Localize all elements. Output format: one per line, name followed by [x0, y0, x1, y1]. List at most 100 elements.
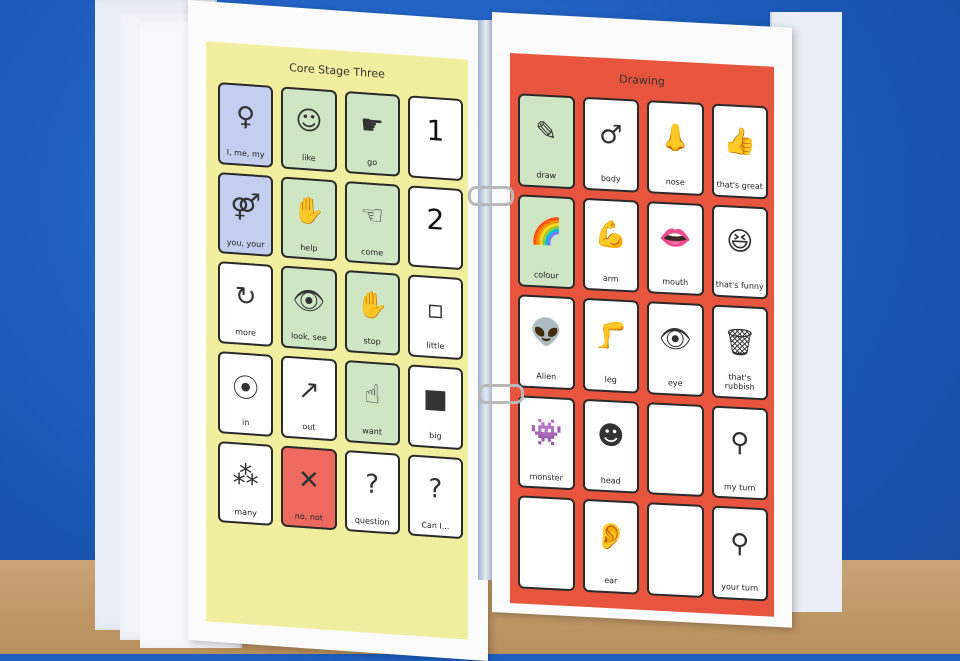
left-page-title: Core Stage Three	[289, 61, 385, 81]
symbol-card[interactable]: ✕ no, not	[281, 445, 337, 531]
symbol-label: you, your	[226, 237, 265, 249]
symbol-label: nose	[665, 176, 685, 187]
symbol-card[interactable]: ⚲ your turn	[711, 505, 768, 602]
symbol-card[interactable]: ? question	[344, 449, 400, 536]
in-box-icon: ⦿	[220, 361, 271, 411]
smiley-face-icon: ☺	[283, 97, 334, 147]
symbol-card[interactable]	[647, 502, 704, 599]
question-person-icon: ?	[410, 464, 461, 514]
symbol-label: I, me, my	[226, 147, 265, 160]
symbol-label: colour	[533, 270, 559, 281]
symbol-card[interactable]: ■ big	[407, 364, 463, 450]
symbol-label: many	[234, 506, 257, 518]
symbol-glyph: 💪	[594, 219, 627, 252]
symbol-glyph: ↗	[297, 374, 320, 407]
symbol-glyph: ⁂	[232, 460, 259, 492]
symbol-card[interactable]: 1	[407, 95, 463, 181]
right-page[interactable]: Drawing ✎ draw ♂ body 👃 nose 👍 that's great 🌈 col…	[492, 12, 792, 628]
symbol-card[interactable]: 🌈 colour	[518, 193, 575, 290]
pencil-icon: ✎	[520, 103, 573, 159]
symbol-glyph: 🌈	[530, 216, 563, 248]
symbol-glyph: ☺	[295, 105, 323, 138]
helping-hands-icon: ✋	[283, 186, 334, 236]
symbol-glyph: ☻	[597, 420, 625, 453]
symbol-card[interactable]: ⚲ my turn	[711, 405, 768, 501]
symbol-card[interactable]: 👄 mouth	[647, 200, 704, 297]
right-page-title: Drawing	[619, 72, 665, 89]
drawing-sheet: Drawing ✎ draw ♂ body 👃 nose 👍 that's great 🌈 col…	[510, 52, 774, 617]
symbol-label: come	[361, 246, 384, 258]
many-circles-icon: ⁂	[220, 451, 271, 501]
symbol-glyph: 👃	[659, 122, 692, 155]
question-mark-icon: ?	[347, 460, 398, 510]
symbol-card[interactable]: ☝ want	[344, 359, 400, 446]
symbol-card[interactable]: ? Can I...	[407, 454, 463, 540]
symbol-card[interactable]: 👾 monster	[518, 395, 575, 491]
symbol-card[interactable]: ☺ like	[281, 86, 337, 173]
laughing-face-icon: 😆	[714, 214, 767, 270]
eyes-icon: 👁	[283, 276, 334, 326]
nose-icon: 👃	[649, 110, 702, 166]
symbol-card[interactable]: ✎ draw	[518, 93, 575, 189]
symbol-card[interactable]	[518, 495, 575, 592]
symbol-card[interactable]: ⚤ you, your	[218, 171, 274, 258]
symbol-label: no, not	[294, 510, 323, 522]
symbol-card[interactable]: 👁 look, see	[281, 265, 337, 352]
eye-icon: 👁	[649, 311, 702, 367]
number-two-icon: 2	[410, 195, 461, 245]
symbol-card[interactable]: 👽 Alien	[518, 294, 575, 391]
symbol-card[interactable]: ✋ stop	[344, 270, 400, 356]
symbol-label: big	[429, 430, 442, 441]
ear-icon: 👂	[585, 509, 638, 565]
symbol-glyph: ?	[428, 473, 443, 505]
symbol-glyph: ☝	[364, 379, 381, 411]
symbol-card[interactable]: 👃 nose	[647, 100, 704, 196]
stop-hand-icon: ✋	[347, 280, 398, 330]
symbol-glyph: ⚲	[730, 427, 750, 459]
symbol-card[interactable]: 👂 ear	[582, 499, 639, 595]
trash-can-icon: 🗑	[714, 315, 767, 371]
symbol-glyph: ♂	[599, 119, 623, 151]
symbol-card[interactable]: ⦿ in	[218, 351, 274, 437]
symbol-card[interactable]: ⁂ many	[218, 440, 274, 527]
symbol-card[interactable]: ♀ I, me, my	[218, 82, 274, 168]
symbol-glyph: ⦿	[232, 372, 259, 405]
symbol-label: more	[235, 327, 256, 338]
symbol-card[interactable]: 😆 that's funny	[711, 204, 768, 300]
symbol-glyph: 👽	[530, 316, 563, 349]
symbol-label: my turn	[724, 481, 756, 493]
symbol-card[interactable]: ☛ go	[344, 90, 400, 177]
symbol-label: help	[300, 242, 318, 253]
symbol-label: leg	[604, 374, 617, 385]
symbol-label: that's funny	[715, 280, 764, 292]
symbol-label: Alien	[536, 371, 557, 382]
symbol-label: your turn	[721, 582, 759, 594]
blank-card-icon	[649, 513, 702, 569]
symbol-card[interactable]: 🦵 leg	[582, 297, 639, 394]
left-page[interactable]: Core Stage Three ♀ I, me, my ☺ like ☛ go 1 ⚤ you…	[188, 0, 488, 661]
symbol-label: look, see	[291, 331, 327, 343]
symbol-card[interactable]: ☜ come	[344, 180, 400, 267]
core-stage-three-sheet: Core Stage Three ♀ I, me, my ☺ like ☛ go 1 ⚤ you…	[206, 41, 468, 640]
symbol-card[interactable]: ♂ body	[582, 96, 639, 193]
symbol-card[interactable]: ✋ help	[281, 176, 337, 262]
symbol-card[interactable]: 🗑 that's rubbish	[711, 304, 768, 401]
symbol-card[interactable]: 💪 arm	[582, 197, 639, 293]
symbol-card[interactable]: ▫ little	[407, 274, 463, 361]
my-turn-icon: ⚲	[714, 415, 767, 471]
right-symbol-grid: ✎ draw ♂ body 👃 nose 👍 that's great 🌈 colour 💪 arm 👄…	[518, 93, 768, 602]
symbol-card[interactable]: ↗ out	[281, 355, 337, 442]
symbol-label: draw	[536, 170, 557, 181]
alien-icon: 👽	[520, 305, 573, 361]
symbol-card[interactable]	[647, 401, 704, 498]
symbol-card[interactable]: 2	[407, 185, 463, 271]
symbol-glyph: 👁	[292, 284, 326, 318]
beckoning-hand-icon: ☜	[347, 191, 398, 241]
symbol-card[interactable]: 👍 that's great	[711, 103, 768, 200]
symbol-card[interactable]: 👁 eye	[647, 301, 704, 397]
symbol-label: in	[241, 417, 250, 428]
symbol-glyph: ⚲	[730, 528, 750, 560]
two-people-icon: ⚤	[220, 182, 271, 232]
symbol-card[interactable]: ☻ head	[582, 398, 639, 495]
symbol-card[interactable]: ↻ more	[218, 261, 274, 347]
